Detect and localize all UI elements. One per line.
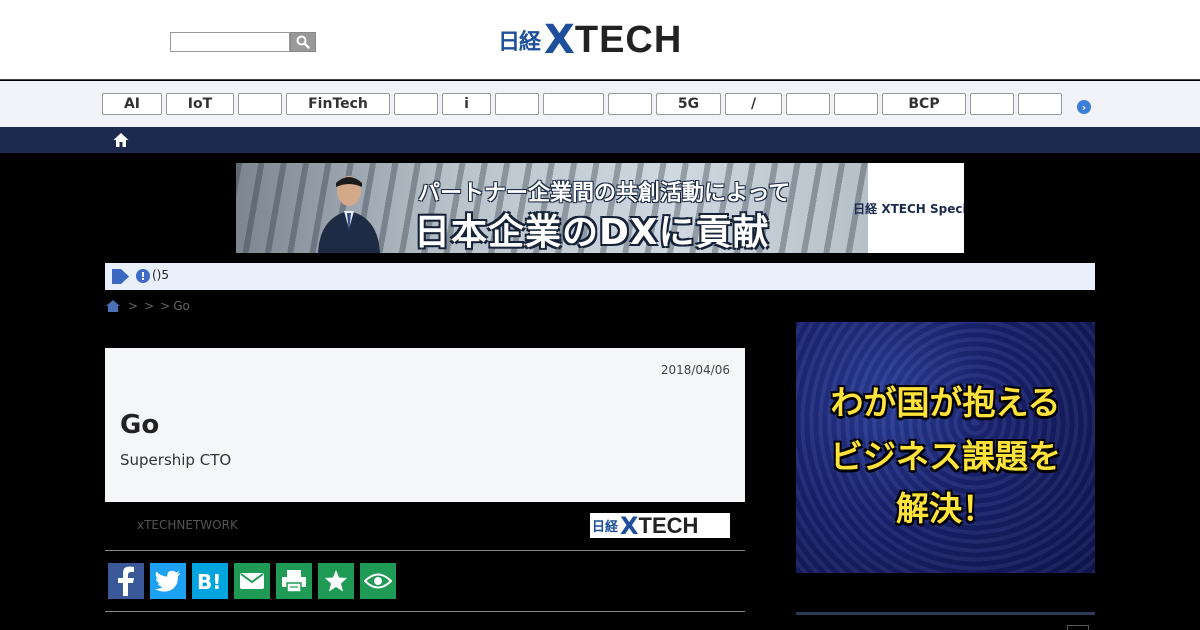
site-header: 日経 X TECH (0, 0, 1200, 80)
banner-logo: 日経 XTECH Special (853, 163, 964, 253)
print-icon (282, 570, 306, 593)
tag-7[interactable] (495, 93, 539, 115)
banner-logo-text: 日経 XTECH Special (853, 201, 964, 216)
tag-iot[interactable]: IoT (166, 93, 234, 115)
network-logo-x: X (620, 511, 639, 540)
tag-slash[interactable]: / (725, 93, 782, 115)
svg-text:B!: B! (197, 570, 221, 593)
promo-banner[interactable]: パートナー企業間の共創活動によって 日本企業のDXに貢献 日経 XTECH Sp… (236, 163, 964, 253)
facebook-icon (118, 566, 134, 596)
tag-5g[interactable]: 5G (656, 93, 721, 115)
tag-bcp[interactable]: BCP (882, 93, 966, 115)
article-subtitle: Supership CTO (120, 451, 232, 469)
network-logo-nikkei: 日経 (592, 520, 619, 535)
divider (105, 611, 745, 612)
logo-x-text: X (544, 17, 575, 63)
sidebar-divider (796, 612, 1095, 615)
breadcrumb: > > > Go (105, 298, 190, 314)
twitter-icon (155, 570, 180, 592)
tag-ai[interactable]: AI (102, 93, 162, 115)
search-input[interactable] (170, 32, 290, 52)
hatena-bookmark-icon: B! (197, 570, 221, 593)
home-icon[interactable] (112, 131, 130, 149)
search-button[interactable] (290, 32, 316, 52)
tag-8[interactable] (543, 93, 604, 115)
tag-15[interactable] (970, 93, 1014, 115)
notice-bar[interactable]: ! ()5 (105, 263, 1095, 290)
sidebar-ad[interactable]: わが国が抱える ビジネス課題を 解決！ (796, 322, 1095, 573)
site-logo[interactable]: 日経 X TECH (498, 20, 682, 60)
home-icon[interactable] (105, 299, 121, 313)
tag-12[interactable] (786, 93, 830, 115)
tag-fintech[interactable]: FinTech (286, 93, 390, 115)
print-button[interactable] (276, 563, 312, 599)
search-icon (296, 35, 310, 49)
tag-9[interactable] (608, 93, 652, 115)
mail-share-button[interactable] (234, 563, 270, 599)
play-icon (112, 269, 129, 284)
ad-headline-1: わが国が抱える (830, 383, 1061, 422)
mail-icon (240, 573, 264, 589)
tag-3[interactable] (238, 93, 282, 115)
tag-i[interactable]: i (442, 93, 491, 115)
tag-13[interactable] (834, 93, 878, 115)
article-title: Go (120, 410, 160, 440)
article-header-card: 2018/04/06 Go Supership CTO (105, 348, 745, 502)
notice-text[interactable]: ()5 (152, 268, 169, 282)
network-label: xTECHNETWORK (137, 518, 238, 532)
tag-5[interactable] (394, 93, 438, 115)
chevron-right-icon[interactable]: › (1077, 100, 1091, 114)
eye-icon (364, 573, 392, 589)
logo-nikkei-text: 日経 (498, 30, 541, 55)
ad-headline-3: 解決！ (896, 489, 995, 528)
breadcrumb-current: Go (173, 299, 190, 313)
sidebar-section-icon (1067, 625, 1089, 630)
divider (105, 550, 745, 551)
twitter-share-button[interactable] (150, 563, 186, 599)
logo-tech-text: TECH (574, 19, 683, 61)
hatena-bookmark-share-button[interactable]: B! (192, 563, 228, 599)
banner-person-image (318, 176, 380, 253)
alert-icon: ! (136, 269, 150, 283)
breadcrumb-separator: > (144, 299, 155, 313)
article-date: 2018/04/06 (660, 363, 730, 377)
network-logo[interactable]: 日経 X TECH (590, 513, 730, 538)
banner-headline-2: 日本企業のDXに貢献 (414, 212, 770, 253)
network-logo-tech: TECH (638, 512, 699, 538)
tag-16[interactable] (1018, 93, 1062, 115)
main-nav-bar (0, 127, 1200, 153)
favorite-button[interactable] (318, 563, 354, 599)
breadcrumb-separator: > (128, 299, 139, 313)
watch-button[interactable] (360, 563, 396, 599)
facebook-share-button[interactable] (108, 563, 144, 599)
breadcrumb-separator: > (160, 299, 171, 313)
star-icon (325, 570, 347, 592)
ad-headline-2: ビジネス課題を (830, 437, 1061, 476)
